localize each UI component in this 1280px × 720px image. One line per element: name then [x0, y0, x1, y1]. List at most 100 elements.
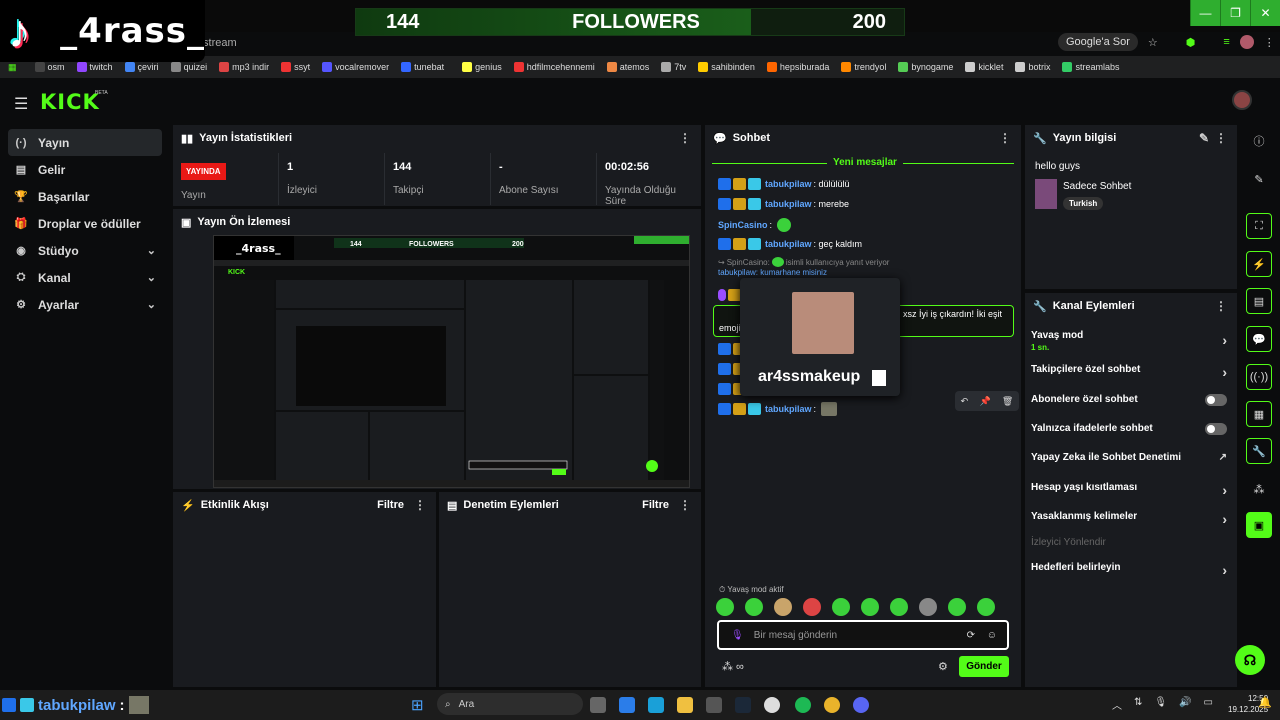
- user-avatar[interactable]: [1232, 90, 1252, 110]
- more-options-icon[interactable]: ⋮: [1215, 299, 1227, 313]
- emoji-icon[interactable]: ☺: [987, 630, 997, 641]
- emote-button[interactable]: [716, 598, 734, 616]
- more-options-icon[interactable]: ⋮: [1215, 131, 1227, 145]
- browser-menu-icon[interactable]: ⋮: [1264, 36, 1275, 49]
- ai-moderation-action[interactable]: Yapay Zeka ile Sohbet Denetimi ↗: [1031, 452, 1227, 463]
- task-view-icon[interactable]: [590, 697, 606, 713]
- send-button[interactable]: Gönder: [959, 656, 1009, 677]
- bookmark-item[interactable]: kicklet: [959, 62, 1009, 72]
- bookmark-item[interactable]: ssyt: [275, 62, 316, 72]
- account-age-action[interactable]: Hesap yaşı kısıtlaması ›: [1031, 482, 1227, 498]
- more-options-icon[interactable]: ⋮: [999, 131, 1011, 145]
- tab-search-icon[interactable]: ≡: [1223, 36, 1229, 48]
- chat-settings-icon[interactable]: ⚙: [938, 660, 948, 673]
- translate-icon[interactable]: ⟳: [967, 630, 975, 641]
- kick-logo[interactable]: KICK: [40, 90, 100, 114]
- bookmark-item[interactable]: sahibinden: [692, 62, 761, 72]
- slow-mode-action[interactable]: Yavaş mod 1 sn. ›: [1031, 330, 1227, 352]
- bookmark-item[interactable]: vocalremover: [316, 62, 395, 72]
- stream-preview-video[interactable]: _4rass_ 144 FOLLOWERS 200 KICK: [213, 235, 690, 488]
- bookmark-star-icon[interactable]: ☆: [1148, 36, 1158, 49]
- bookmark-item[interactable]: bynogame: [892, 62, 959, 72]
- subs-only-toggle[interactable]: [1205, 394, 1227, 406]
- emote-button[interactable]: [977, 598, 995, 616]
- emote-button[interactable]: [861, 598, 879, 616]
- maximize-button[interactable]: ❐: [1220, 0, 1250, 26]
- bookmark-item[interactable]: atemos: [601, 62, 656, 72]
- bookmark-item[interactable]: quizei: [165, 62, 214, 72]
- hamburger-menu-icon[interactable]: ☰: [14, 94, 28, 114]
- store-icon[interactable]: [706, 697, 722, 713]
- volume-icon[interactable]: 🔊: [1179, 697, 1191, 712]
- bookmark-item[interactable]: botrix: [1009, 62, 1056, 72]
- chat-username[interactable]: tabukpilaw: [765, 239, 812, 249]
- document-rail-icon[interactable]: ▤: [1246, 288, 1272, 314]
- sidebar-item-drops[interactable]: 🎁 Droplar ve ödüller: [8, 210, 162, 237]
- network-icon[interactable]: ⇅: [1134, 697, 1142, 712]
- info-icon[interactable]: ⓘ: [1246, 128, 1272, 154]
- bookmark-item[interactable]: osm: [29, 62, 71, 72]
- bookmark-item[interactable]: tunebat: [395, 62, 450, 72]
- sidebar-item-stream[interactable]: (·) Yayın: [8, 129, 162, 156]
- emote-button[interactable]: [745, 598, 763, 616]
- taskbar-search[interactable]: ⌕ Ara: [437, 693, 583, 715]
- edge-icon[interactable]: [619, 697, 635, 713]
- chat-username[interactable]: tabukpilaw: [765, 179, 812, 189]
- bookmark-item[interactable]: çeviri: [119, 62, 165, 72]
- bookmark-item[interactable]: trendyol: [835, 62, 892, 72]
- chat-username[interactable]: SpinCasino: [718, 220, 768, 230]
- chat-username[interactable]: tabukpilaw: [765, 404, 812, 414]
- emote-button[interactable]: [774, 598, 792, 616]
- chat-message-input[interactable]: 🎙 Bir mesaj gönderin ⟳ ☺: [717, 620, 1009, 650]
- lightning-rail-icon[interactable]: ⚡: [1246, 251, 1272, 277]
- bookmark-item[interactable]: hepsiburada: [761, 62, 836, 72]
- sidebar-item-revenue[interactable]: ▤ Gelir: [8, 156, 162, 183]
- google-ask-button[interactable]: Google'a Sor: [1058, 33, 1138, 51]
- category-name[interactable]: Sadece Sohbet: [1063, 181, 1131, 192]
- emote-button[interactable]: [832, 598, 850, 616]
- profile-avatar[interactable]: [1239, 35, 1254, 49]
- steam-icon[interactable]: [735, 697, 751, 713]
- emote-button[interactable]: [948, 598, 966, 616]
- edge-browser-icon[interactable]: [648, 697, 664, 713]
- emotes-only-toggle[interactable]: [1205, 423, 1227, 435]
- close-button[interactable]: ✕: [1250, 0, 1280, 26]
- bookmark-item[interactable]: twitch: [71, 62, 119, 72]
- extension-icon[interactable]: ⬢: [1186, 36, 1196, 49]
- trash-icon[interactable]: 🗑: [1002, 396, 1013, 407]
- pencil-icon[interactable]: ✎: [1246, 166, 1272, 192]
- clip-icon[interactable]: ⛶: [1246, 213, 1272, 239]
- minimize-button[interactable]: —: [1190, 0, 1220, 26]
- undo-icon[interactable]: ↶: [961, 396, 969, 407]
- layout-rail-icon[interactable]: ▦: [1246, 401, 1272, 427]
- discord-icon[interactable]: [853, 697, 869, 713]
- more-options-icon[interactable]: ⋮: [679, 131, 691, 145]
- file-explorer-icon[interactable]: [677, 697, 693, 713]
- battery-icon[interactable]: ▭: [1204, 697, 1213, 712]
- followers-only-action[interactable]: Takipçilere özel sohbet ›: [1031, 364, 1227, 380]
- chrome-icon[interactable]: [824, 697, 840, 713]
- more-options-icon[interactable]: ⋮: [414, 498, 426, 512]
- tray-overflow-icon[interactable]: ︿: [1112, 697, 1122, 712]
- chat-points-icon[interactable]: ⁂ ∞: [722, 660, 744, 673]
- wrench-rail-icon[interactable]: 🔧: [1246, 438, 1272, 464]
- mic-icon[interactable]: 🎙: [731, 630, 744, 641]
- bookmark-item[interactable]: streamlabs: [1056, 62, 1125, 72]
- emote-button[interactable]: [919, 598, 937, 616]
- windows-start-icon[interactable]: ⊞: [411, 696, 424, 714]
- pin-icon[interactable]: 📌: [979, 396, 990, 407]
- set-goals-action[interactable]: Hedefleri belirleyin ›: [1031, 562, 1227, 578]
- sidebar-item-achievements[interactable]: 🏆 Başarılar: [8, 183, 162, 210]
- kick-app-icon[interactable]: ▣: [1246, 512, 1272, 538]
- bookmark-item[interactable]: hdfilmcehennemi: [508, 62, 601, 72]
- apps-grid-icon[interactable]: ▦: [8, 62, 17, 73]
- notification-bell-icon[interactable]: 🔔: [1258, 696, 1272, 709]
- emote-button[interactable]: [890, 598, 908, 616]
- points-rail-icon[interactable]: ⁂: [1246, 476, 1272, 502]
- chat-rail-icon[interactable]: 💬: [1246, 326, 1272, 352]
- chat-username[interactable]: tabukpilaw: [765, 199, 812, 209]
- sidebar-item-channel[interactable]: ⛭ Kanal ⌄: [8, 264, 162, 291]
- moderation-filter-button[interactable]: Filtre: [642, 499, 669, 511]
- bookmark-item[interactable]: 7tv: [655, 62, 692, 72]
- mic-tray-icon[interactable]: 🎙: [1154, 697, 1167, 712]
